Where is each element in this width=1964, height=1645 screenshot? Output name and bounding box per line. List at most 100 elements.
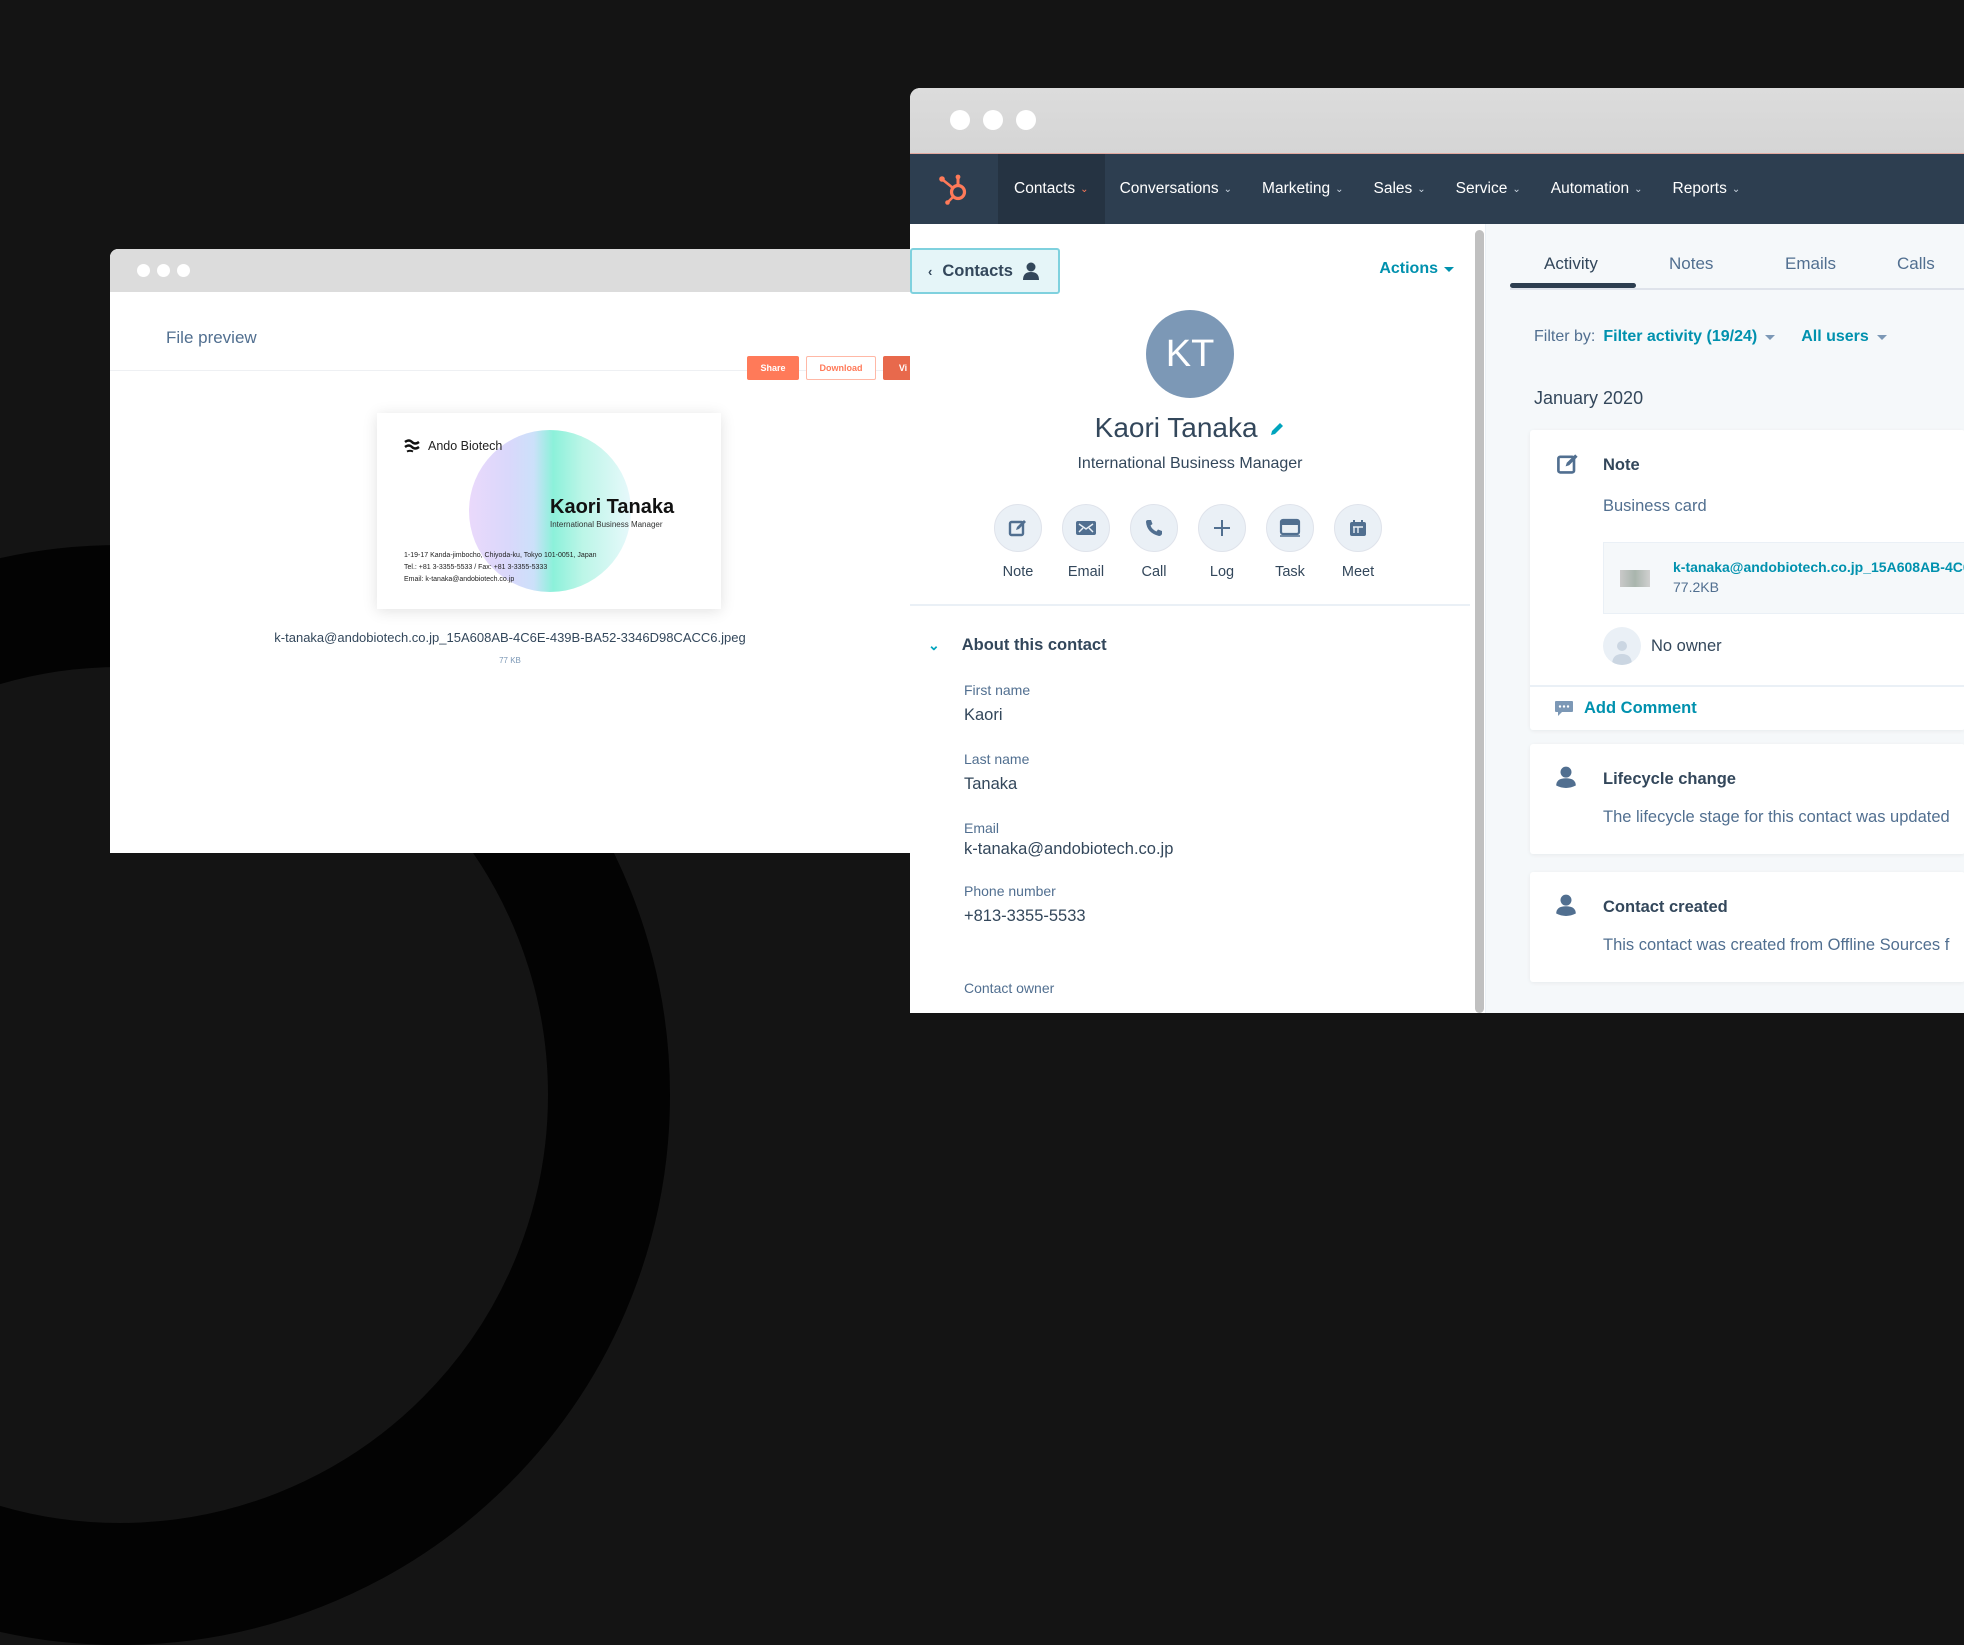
nav-service[interactable]: Service ⌄	[1441, 154, 1536, 224]
card-logo: Ando Biotech	[404, 439, 502, 453]
nav-reports[interactable]: Reports ⌄	[1658, 154, 1756, 224]
filter-activity-dropdown[interactable]: Filter activity (19/24)	[1603, 328, 1776, 346]
window-minimize-dot[interactable]	[983, 110, 1003, 130]
chevron-down-icon: ⌄	[1223, 183, 1233, 195]
calendar-icon	[1350, 520, 1366, 536]
all-users-dropdown[interactable]: All users	[1801, 328, 1887, 346]
attachment-size: 77.2KB	[1673, 579, 1719, 595]
log-action-button[interactable]: Log	[1198, 504, 1246, 580]
log-action-circle	[1198, 504, 1246, 552]
email-action-button[interactable]: Email	[1062, 504, 1110, 580]
about-section-heading: About this contact	[961, 636, 1107, 654]
hubspot-logo[interactable]	[910, 154, 998, 224]
timeline-note-card: Note Business card k-tanaka@andobiotech.…	[1530, 430, 1964, 730]
pencil-edit-icon[interactable]	[1269, 421, 1285, 437]
card-contact-details: 1-19-17 Kanda-jimbocho, Chiyoda-ku, Toky…	[404, 550, 597, 586]
nav-label: Contacts	[1014, 180, 1076, 197]
caret-down-icon	[1876, 334, 1887, 340]
tab-emails[interactable]: Emails	[1785, 254, 1836, 274]
note-title: Note	[1603, 456, 1640, 474]
nav-conversations[interactable]: Conversations ⌄	[1105, 154, 1247, 224]
plus-icon	[1214, 520, 1230, 536]
meet-action-button[interactable]: Meet	[1334, 504, 1382, 580]
timeline-created-card: Contact created This contact was created…	[1530, 872, 1964, 982]
tab-notes[interactable]: Notes	[1669, 254, 1713, 274]
window-close-dot[interactable]	[137, 264, 150, 277]
timeline-lifecycle-card: Lifecycle change The lifecycle stage for…	[1530, 744, 1964, 854]
window-maximize-dot[interactable]	[1016, 110, 1036, 130]
business-card-image: Ando Biotech Kaori Tanaka International …	[377, 413, 721, 609]
email-action-label: Email	[1067, 564, 1105, 580]
window-maximize-dot[interactable]	[177, 264, 190, 277]
nav-label: Sales	[1373, 180, 1413, 197]
field-value: +813-3355-5533	[964, 907, 1086, 925]
contact-profile-pane: ‹ Contacts Actions KT Kaori Tanaka Inter…	[910, 224, 1470, 1013]
field-last-name[interactable]: Last name Tanaka	[964, 751, 1029, 794]
note-action-label: Note	[1002, 564, 1034, 580]
call-icon	[1146, 520, 1162, 536]
chevron-down-icon: ⌄	[1634, 183, 1643, 195]
field-first-name[interactable]: First name Kaori	[964, 682, 1030, 725]
nav-automation[interactable]: Automation ⌄	[1536, 154, 1658, 224]
field-contact-owner[interactable]: Contact owner	[964, 980, 1054, 996]
card-role: International Business Manager	[550, 520, 663, 529]
window-controls	[950, 110, 1036, 130]
share-button[interactable]: Share	[747, 356, 799, 380]
created-body: This contact was created from Offline So…	[1603, 936, 1950, 954]
tab-activity[interactable]: Activity	[1544, 254, 1598, 274]
note-icon	[1008, 520, 1026, 537]
file-preview-actions: Share Download Vi	[747, 356, 910, 380]
person-icon	[1556, 766, 1576, 788]
nav-label: Service	[1455, 180, 1508, 197]
call-action-button[interactable]: Call	[1130, 504, 1178, 580]
field-label: Contact owner	[964, 980, 1055, 996]
person-icon	[1022, 262, 1039, 280]
left-pane-scrollbar[interactable]	[1475, 230, 1484, 1013]
email-action-circle	[1062, 504, 1110, 552]
back-to-contacts-button[interactable]: ‹ Contacts	[910, 248, 1060, 294]
nav-contacts[interactable]: Contacts ⌄	[998, 154, 1105, 224]
email-icon	[1076, 521, 1096, 535]
nav-sales[interactable]: Sales ⌄	[1358, 154, 1440, 224]
contact-job-title: International Business Manager	[1077, 455, 1303, 472]
back-button-label: Contacts	[942, 261, 1013, 280]
person-icon	[1556, 894, 1576, 916]
actions-dropdown[interactable]: Actions	[1379, 260, 1454, 278]
card-address: 1-19-17 Kanda-jimbocho, Chiyoda-ku, Toky…	[404, 552, 597, 559]
quick-actions: Note Email Call Log Task Meet	[994, 504, 1382, 580]
add-comment-label: Add Comment	[1584, 699, 1697, 717]
task-action-button[interactable]: Task	[1266, 504, 1314, 580]
chevron-down-icon: ⌄	[1417, 183, 1426, 195]
field-phone-number[interactable]: Phone number +813-3355-5533	[964, 883, 1086, 926]
tab-calls[interactable]: Calls	[1897, 254, 1935, 274]
view-button[interactable]: Vi	[883, 356, 910, 380]
field-label: Phone number	[964, 883, 1056, 899]
window-close-dot[interactable]	[950, 110, 970, 130]
nav-label: Marketing	[1262, 180, 1331, 197]
field-label: Email	[964, 820, 1000, 836]
about-section-toggle[interactable]: ⌄ About this contact	[928, 636, 1107, 655]
note-attachment[interactable]: k-tanaka@andobiotech.co.jp_15A608AB-4C6E…	[1603, 542, 1964, 614]
filter-label: Filter by:	[1534, 328, 1596, 345]
card-tel: Tel.: +81 3-3355-5533 / Fax: +81 3-3355-…	[404, 564, 548, 571]
add-comment-button[interactable]: Add Comment	[1530, 685, 1964, 730]
field-email[interactable]: Email k-tanaka@andobiotech.co.jp	[964, 820, 1173, 859]
lifecycle-title: Lifecycle change	[1603, 770, 1736, 788]
timeline-month-heading: January 2020	[1534, 388, 1644, 408]
download-button[interactable]: Download	[806, 356, 876, 380]
meet-action-label: Meet	[1341, 564, 1375, 580]
nav-marketing[interactable]: Marketing ⌄	[1247, 154, 1358, 224]
contact-avatar: KT	[1146, 310, 1234, 398]
call-action-circle	[1130, 504, 1178, 552]
owner-label: No owner	[1651, 636, 1722, 655]
sprocket-logo-icon	[939, 174, 967, 205]
window-minimize-dot[interactable]	[157, 264, 170, 277]
note-action-button[interactable]: Note	[994, 504, 1042, 580]
chevron-left-icon: ‹	[928, 263, 933, 279]
attachment-name-link[interactable]: k-tanaka@andobiotech.co.jp_15A608AB-4C6E…	[1673, 559, 1964, 575]
field-value: k-tanaka@andobiotech.co.jp	[964, 840, 1174, 858]
task-action-circle	[1266, 504, 1314, 552]
field-label: First name	[964, 682, 1031, 698]
chevron-down-icon: ⌄	[928, 637, 940, 653]
file-name: k-tanaka@andobiotech.co.jp_15A608AB-4C6E…	[274, 630, 746, 645]
